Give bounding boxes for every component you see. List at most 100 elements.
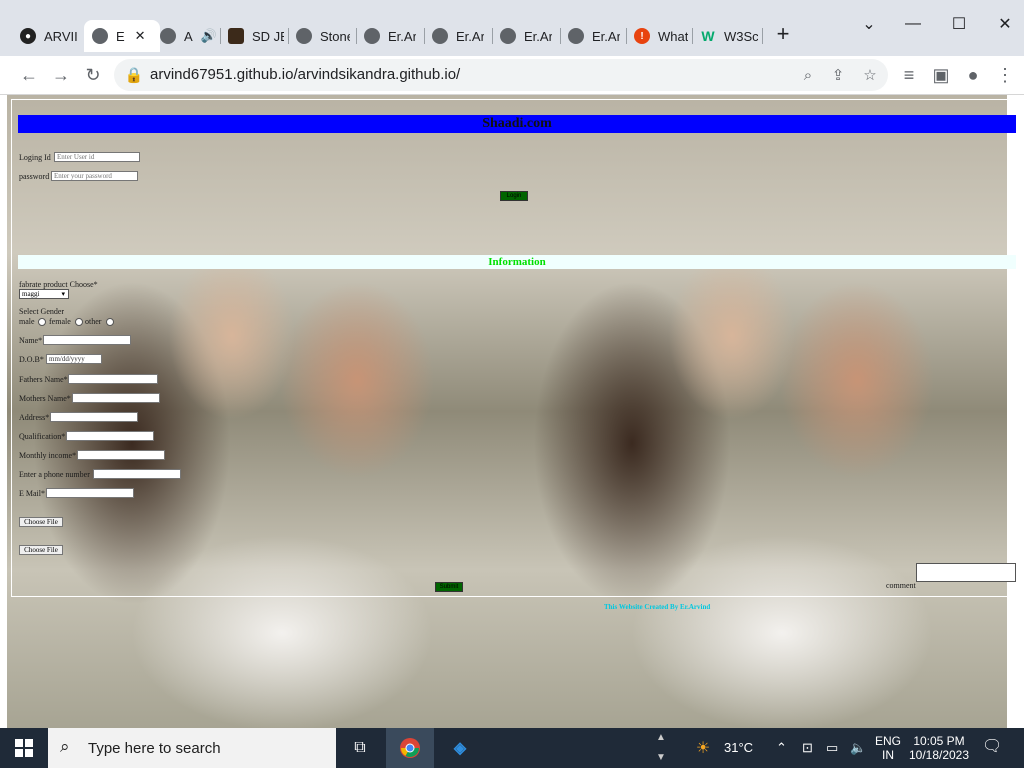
- address-input[interactable]: [50, 412, 138, 422]
- dob-label: D.O.B*: [19, 355, 44, 364]
- gender-female-radio[interactable]: [75, 318, 83, 326]
- close-window-button[interactable]: ✕: [990, 12, 1020, 36]
- comment-label: comment: [886, 581, 916, 590]
- globe-icon: [568, 28, 584, 44]
- w3schools-icon: W: [701, 28, 715, 44]
- menu-kebab-icon[interactable]: ⋮: [992, 62, 1018, 88]
- input-language[interactable]: ENG IN: [874, 734, 902, 762]
- dob-input[interactable]: mm/dd/yyyy: [46, 354, 102, 364]
- chrome-icon: [400, 738, 420, 758]
- globe-icon: [364, 28, 380, 44]
- tab-erar-4[interactable]: Er.Ar: [568, 20, 620, 52]
- globe-icon: [160, 28, 176, 44]
- file-upload-button-2[interactable]: Choose File: [19, 545, 63, 555]
- submit-button[interactable]: Submit: [435, 582, 463, 592]
- language-code: ENG: [874, 734, 901, 748]
- github-icon: ●: [20, 28, 36, 44]
- windows-logo-icon: [15, 739, 33, 757]
- forward-button[interactable]: →: [48, 62, 74, 88]
- tab-arvind[interactable]: ● ARVII: [20, 20, 78, 52]
- gender-male-radio[interactable]: [38, 318, 46, 326]
- zoom-icon[interactable]: ⌕: [798, 65, 818, 85]
- name-input[interactable]: [43, 335, 131, 345]
- start-button[interactable]: [0, 728, 48, 768]
- task-view-icon[interactable]: ⧉: [336, 728, 384, 768]
- fathers-name-label: Fathers Name*: [19, 375, 68, 384]
- address-label: Address*: [19, 413, 50, 422]
- region-code: IN: [882, 748, 894, 762]
- password-input[interactable]: Enter your password: [51, 171, 138, 181]
- monthly-income-input[interactable]: [77, 450, 165, 460]
- reload-button[interactable]: ↻: [80, 62, 106, 88]
- qualification-input[interactable]: [66, 431, 154, 441]
- system-clock[interactable]: 10:05 PM 10/18/2023: [906, 734, 972, 762]
- tab-erar-3[interactable]: Er.Ar: [500, 20, 552, 52]
- maximize-button[interactable]: ☐: [944, 12, 974, 36]
- qualification-label: Qualification*: [19, 432, 66, 441]
- bookmark-star-icon[interactable]: ☆: [860, 65, 880, 85]
- page-viewport: Shaadi.com Loging Id Enter User id passw…: [0, 95, 1024, 728]
- email-input[interactable]: [46, 488, 134, 498]
- tab-separator: [692, 28, 693, 44]
- site-header: Shaadi.com: [18, 115, 1016, 133]
- clock-time: 10:05 PM: [913, 734, 965, 748]
- tab-active[interactable]: E ✕: [84, 20, 160, 52]
- tab-sd-je[interactable]: SD JE: [228, 20, 284, 52]
- page-frame: [11, 99, 1024, 597]
- new-tab-button[interactable]: +: [768, 21, 798, 46]
- tab-a[interactable]: A 🔊: [160, 20, 218, 52]
- tab-separator: [560, 28, 561, 44]
- share-icon[interactable]: ⇪: [828, 65, 848, 85]
- tab-erar-2[interactable]: Er.Ar: [432, 20, 484, 52]
- profile-avatar-icon[interactable]: ●: [960, 62, 986, 88]
- fathers-name-input[interactable]: [68, 374, 158, 384]
- chevron-down-icon[interactable]: ⌄: [854, 12, 884, 36]
- close-tab-icon[interactable]: ✕: [135, 28, 146, 44]
- tab-separator: [288, 28, 289, 44]
- taskbar-search[interactable]: ⌕ Type here to search: [48, 728, 336, 768]
- media-control-icon[interactable]: ≡: [896, 62, 922, 88]
- mothers-name-input[interactable]: [72, 393, 160, 403]
- password-label: password: [19, 172, 50, 181]
- notifications-icon[interactable]: 🗨: [982, 739, 1002, 755]
- tab-w3schools[interactable]: W W3Sc: [700, 20, 758, 52]
- clock-date: 10/18/2023: [908, 748, 970, 762]
- tab-stone[interactable]: Stone: [296, 20, 350, 52]
- chrome-taskbar-icon[interactable]: [386, 728, 434, 768]
- lock-icon[interactable]: 🔒: [124, 65, 144, 85]
- gender-option-male-label: male: [19, 317, 35, 326]
- chevron-up-icon[interactable]: ⌃: [776, 741, 787, 755]
- gender-option-other-label: other: [85, 317, 102, 326]
- information-header: Information: [18, 255, 1016, 269]
- browser-toolbar: ← → ↻ 🔒 arvind67951.github.io/arvindsika…: [0, 56, 1024, 95]
- weather-temperature[interactable]: 31°C: [724, 741, 753, 755]
- phone-input[interactable]: [93, 469, 181, 479]
- taskbar-scroll-arrows[interactable]: ▲ ▼: [654, 728, 668, 768]
- app-taskbar-icon[interactable]: ◈: [436, 728, 484, 768]
- network-icon[interactable]: ⊡: [802, 741, 813, 755]
- tab-separator: [220, 28, 221, 44]
- login-button[interactable]: Login: [500, 191, 528, 201]
- login-id-label: Loging Id: [19, 153, 51, 162]
- monitor-icon[interactable]: ▭: [826, 741, 838, 755]
- file-upload-button-1[interactable]: Choose File: [19, 517, 63, 527]
- email-label: E Mail*: [19, 489, 45, 498]
- footer-credit: This Website Created By Er.Arvind: [604, 603, 711, 611]
- address-bar[interactable]: 🔒 arvind67951.github.io/arvindsikandra.g…: [114, 59, 888, 91]
- tab-erar-1[interactable]: Er.Ar: [364, 20, 416, 52]
- monthly-income-label: Monthly income*: [19, 451, 77, 460]
- volume-icon[interactable]: 🔈: [850, 741, 866, 755]
- url-text[interactable]: arvind67951.github.io/arvindsikandra.git…: [150, 66, 460, 83]
- tab-separator: [492, 28, 493, 44]
- side-panel-icon[interactable]: ▣: [928, 62, 954, 88]
- gender-option-female-label: female: [49, 317, 71, 326]
- product-select[interactable]: maggi ▾: [19, 289, 69, 299]
- login-id-input[interactable]: Enter User id: [54, 152, 140, 162]
- comment-textarea[interactable]: [916, 563, 1016, 582]
- site-title: Shaadi.com: [482, 116, 552, 131]
- weather-icon[interactable]: ☀: [688, 728, 718, 768]
- gender-other-radio[interactable]: [106, 318, 114, 326]
- tab-what[interactable]: ! What: [634, 20, 688, 52]
- back-button[interactable]: ←: [16, 62, 42, 88]
- minimize-button[interactable]: —: [898, 12, 928, 36]
